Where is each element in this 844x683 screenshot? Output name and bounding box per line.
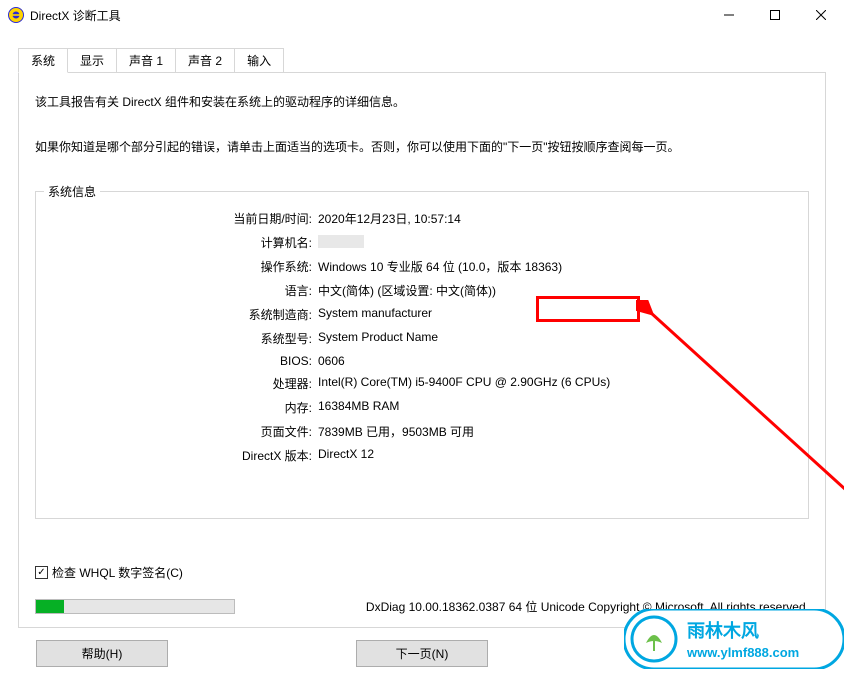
- value-model: System Product Name: [318, 330, 796, 347]
- tab-bar: 系统 显示 声音 1 声音 2 输入: [18, 48, 826, 72]
- value-cpu: Intel(R) Core(TM) i5-9400F CPU @ 2.90GHz…: [318, 375, 796, 392]
- help-button[interactable]: 帮助(H): [36, 640, 168, 667]
- close-button[interactable]: [798, 0, 844, 30]
- row-mem: 内存: 16384MB RAM: [48, 399, 796, 416]
- label-model: 系统型号:: [48, 330, 318, 347]
- tab-sound2[interactable]: 声音 2: [176, 48, 235, 72]
- row-datetime: 当前日期/时间: 2020年12月23日, 10:57:14: [48, 210, 796, 227]
- label-lang: 语言:: [48, 282, 318, 299]
- app-icon: [8, 7, 24, 23]
- label-mem: 内存:: [48, 399, 318, 416]
- annotation-highlight: [536, 296, 640, 322]
- row-computername: 计算机名:: [48, 234, 796, 251]
- tab-display[interactable]: 显示: [68, 48, 117, 72]
- row-cpu: 处理器: Intel(R) Core(TM) i5-9400F CPU @ 2.…: [48, 375, 796, 392]
- tab-input[interactable]: 输入: [235, 48, 284, 72]
- badge-url: www.ylmf888.com: [686, 645, 799, 660]
- title-bar: DirectX 诊断工具: [0, 0, 844, 30]
- value-datetime: 2020年12月23日, 10:57:14: [318, 210, 796, 227]
- intro-text-2: 如果你知道是哪个部分引起的错误，请单击上面适当的选项卡。否则，你可以使用下面的"…: [35, 138, 809, 155]
- label-mfr: 系统制造商:: [48, 306, 318, 323]
- next-page-button[interactable]: 下一页(N): [356, 640, 488, 667]
- row-bios: BIOS: 0606: [48, 354, 796, 368]
- intro-text-1: 该工具报告有关 DirectX 组件和安装在系统上的驱动程序的详细信息。: [35, 93, 809, 110]
- whql-checkbox[interactable]: ✓ 检查 WHQL 数字签名(C): [35, 564, 183, 581]
- label-dxver: DirectX 版本:: [48, 447, 318, 464]
- row-lang: 语言: 中文(简体) (区域设置: 中文(简体)): [48, 282, 796, 299]
- label-cpu: 处理器:: [48, 375, 318, 392]
- badge-brand: 雨林木风: [687, 620, 759, 641]
- system-info-group: 系统信息 当前日期/时间: 2020年12月23日, 10:57:14 计算机名…: [35, 191, 809, 519]
- whql-label: 检查 WHQL 数字签名(C): [52, 564, 183, 581]
- label-bios: BIOS:: [48, 354, 318, 368]
- minimize-button[interactable]: [706, 0, 752, 30]
- tab-system[interactable]: 系统: [18, 48, 68, 73]
- maximize-button[interactable]: [752, 0, 798, 30]
- window-controls: [706, 0, 844, 30]
- redacted-block: [318, 235, 364, 248]
- label-datetime: 当前日期/时间:: [48, 210, 318, 227]
- tab-sound1[interactable]: 声音 1: [117, 48, 176, 72]
- row-dxver: DirectX 版本: DirectX 12: [48, 447, 796, 464]
- value-computername: [318, 234, 796, 251]
- value-mem: 16384MB RAM: [318, 399, 796, 416]
- progress-fill: [36, 600, 64, 613]
- label-computername: 计算机名:: [48, 234, 318, 251]
- progress-bar: [35, 599, 235, 614]
- row-os: 操作系统: Windows 10 专业版 64 位 (10.0，版本 18363…: [48, 258, 796, 275]
- group-title: 系统信息: [44, 183, 100, 200]
- checkbox-icon: ✓: [35, 566, 48, 579]
- label-os: 操作系统:: [48, 258, 318, 275]
- window-title: DirectX 诊断工具: [30, 7, 121, 24]
- value-os: Windows 10 专业版 64 位 (10.0，版本 18363): [318, 258, 796, 275]
- panel-system: 该工具报告有关 DirectX 组件和安装在系统上的驱动程序的详细信息。 如果你…: [18, 72, 826, 628]
- row-mfr: 系统制造商: System manufacturer: [48, 306, 796, 323]
- label-pagefile: 页面文件:: [48, 423, 318, 440]
- value-bios: 0606: [318, 354, 796, 368]
- value-pagefile: 7839MB 已用，9503MB 可用: [318, 423, 796, 440]
- row-model: 系统型号: System Product Name: [48, 330, 796, 347]
- watermark-badge: 雨林木风 www.ylmf888.com: [624, 609, 844, 669]
- row-pagefile: 页面文件: 7839MB 已用，9503MB 可用: [48, 423, 796, 440]
- value-dxver: DirectX 12: [318, 447, 796, 464]
